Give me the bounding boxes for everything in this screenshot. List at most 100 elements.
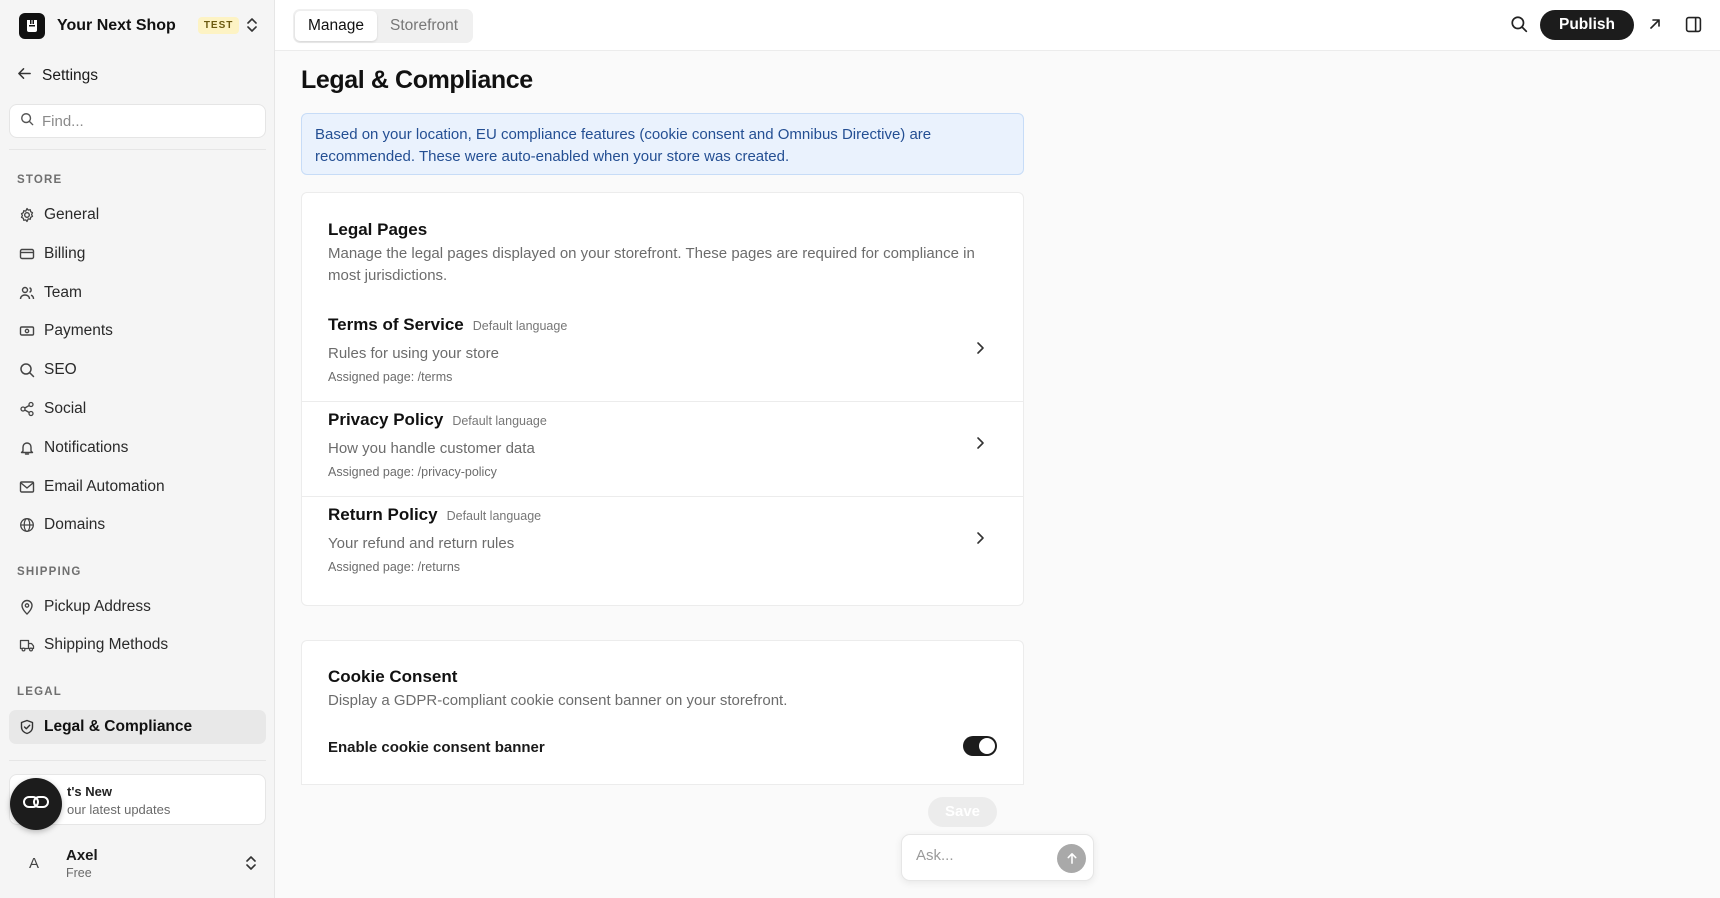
- chevron-up-down-icon[interactable]: [245, 855, 257, 876]
- legal-row-description: How you handle customer data: [328, 440, 535, 457]
- credit-card-icon: [18, 246, 35, 263]
- legal-row-name: Terms of Service: [328, 315, 464, 334]
- cookie-consent-title: Cookie Consent: [328, 667, 458, 686]
- tab-manage[interactable]: Manage: [295, 11, 378, 41]
- legal-row-name: Return Policy: [328, 505, 438, 524]
- sidebar-item-label: SEO: [44, 361, 77, 378]
- user-switcher[interactable]: A Axel Free: [17, 843, 267, 883]
- legal-row-assigned-page: Assigned page: /privacy-policy: [328, 465, 497, 479]
- external-link-icon[interactable]: [1648, 17, 1662, 36]
- legal-row-privacy[interactable]: Privacy Policy Default language How you …: [302, 402, 1023, 497]
- shop-switcher[interactable]: Your Next Shop TEST: [0, 0, 275, 51]
- truck-icon: [18, 637, 35, 654]
- globe-icon: [18, 517, 35, 534]
- sidebar-item-label: Legal & Compliance: [44, 718, 193, 735]
- sidebar: Your Next Shop TEST Settings STORE Gener…: [0, 0, 275, 898]
- legal-row-description: Rules for using your store: [328, 345, 499, 362]
- arrow-left-icon: [17, 66, 32, 86]
- sidebar-item-legal-compliance[interactable]: Legal & Compliance: [9, 710, 266, 744]
- section-label-shipping: SHIPPING: [17, 566, 82, 578]
- legal-row-returns[interactable]: Return Policy Default language Your refu…: [302, 497, 1023, 592]
- sidebar-item-billing[interactable]: Billing: [9, 237, 266, 271]
- ask-input[interactable]: [916, 847, 1046, 864]
- legal-pages-card: Legal Pages Manage the legal pages displ…: [301, 192, 1024, 606]
- back-label: Settings: [42, 67, 99, 84]
- sidebar-item-social[interactable]: Social: [9, 392, 266, 426]
- assistant-fab-button[interactable]: [10, 778, 62, 830]
- shop-logo-icon: [19, 12, 45, 39]
- eu-compliance-banner: Based on your location, EU compliance fe…: [301, 113, 1024, 175]
- shop-name: Your Next Shop: [57, 16, 176, 34]
- sidebar-toggle-icon[interactable]: [1685, 16, 1702, 38]
- divider: [302, 784, 1023, 785]
- map-pin-icon: [18, 599, 35, 616]
- sidebar-item-domains[interactable]: Domains: [9, 508, 266, 542]
- section-label-legal: LEGAL: [17, 686, 62, 698]
- sidebar-item-label: Notifications: [44, 439, 129, 456]
- users-icon: [18, 285, 35, 302]
- bell-icon: [18, 440, 35, 457]
- ask-box[interactable]: [901, 834, 1094, 881]
- section-label-store: STORE: [17, 174, 63, 186]
- view-tabs: Manage Storefront: [293, 9, 474, 43]
- infinity-link-icon: [22, 794, 50, 815]
- sidebar-item-seo[interactable]: SEO: [9, 353, 266, 387]
- sidebar-item-pickup-address[interactable]: Pickup Address: [9, 590, 266, 624]
- send-button[interactable]: [1057, 844, 1086, 873]
- search-icon[interactable]: [1510, 15, 1528, 38]
- cookie-toggle-label: Enable cookie consent banner: [328, 739, 545, 756]
- whats-new-title: t's New: [67, 784, 112, 799]
- sidebar-item-notifications[interactable]: Notifications: [9, 431, 266, 465]
- chevron-right-icon: [975, 341, 985, 360]
- find-input[interactable]: [42, 112, 242, 130]
- chevron-right-icon: [975, 531, 985, 550]
- legal-row-name: Privacy Policy: [328, 410, 444, 429]
- sidebar-item-shipping-methods[interactable]: Shipping Methods: [9, 628, 266, 662]
- sidebar-item-label: Social: [44, 400, 87, 417]
- chevron-right-icon: [975, 436, 985, 455]
- legal-pages-description: Manage the legal pages displayed on your…: [328, 245, 975, 284]
- arrow-up-icon: [1066, 853, 1077, 864]
- gear-icon: [18, 207, 35, 224]
- divider: [9, 149, 266, 150]
- sidebar-item-label: Payments: [44, 322, 113, 339]
- whats-new-subtitle: our latest updates: [67, 802, 171, 817]
- divider: [9, 760, 266, 761]
- find-field[interactable]: [9, 104, 266, 138]
- sidebar-item-label: Domains: [44, 516, 106, 533]
- tab-storefront[interactable]: Storefront: [377, 11, 471, 41]
- test-badge: TEST: [197, 17, 240, 34]
- legal-row-language: Default language: [446, 509, 542, 523]
- chevron-up-down-icon[interactable]: [246, 17, 258, 38]
- sidebar-item-payments[interactable]: Payments: [9, 314, 266, 348]
- sidebar-item-label: Shipping Methods: [44, 636, 169, 653]
- legal-row-language: Default language: [472, 319, 568, 333]
- sidebar-item-label: Pickup Address: [44, 598, 151, 615]
- search-icon: [18, 362, 35, 379]
- legal-row-terms[interactable]: Terms of Service Default language Rules …: [302, 307, 1023, 402]
- sidebar-item-email-automation[interactable]: Email Automation: [9, 470, 266, 504]
- top-bar: Manage Storefront: [275, 0, 1720, 51]
- legal-row-assigned-page: Assigned page: /returns: [328, 560, 461, 574]
- cookie-consent-toggle[interactable]: [963, 736, 997, 756]
- legal-row-language: Default language: [452, 414, 547, 428]
- back-to-settings-link[interactable]: Settings: [17, 66, 98, 86]
- sidebar-item-label: Team: [44, 284, 82, 301]
- legal-row-assigned-page: Assigned page: /terms: [328, 370, 453, 384]
- sidebar-item-label: Email Automation: [44, 478, 165, 495]
- user-plan: Free: [66, 865, 92, 880]
- sidebar-item-team[interactable]: Team: [9, 276, 266, 310]
- sidebar-item-label: General: [44, 206, 100, 223]
- sidebar-item-general[interactable]: General: [9, 198, 266, 232]
- save-button[interactable]: Save: [928, 797, 997, 827]
- share-icon: [18, 401, 35, 418]
- publish-button[interactable]: Publish: [1540, 10, 1634, 40]
- banknote-icon: [18, 323, 35, 340]
- avatar: A: [29, 854, 40, 872]
- user-name: Axel: [66, 846, 98, 864]
- cookie-consent-card: Cookie Consent Display a GDPR-compliant …: [301, 640, 1024, 785]
- sidebar-item-label: Billing: [44, 245, 86, 262]
- legal-row-description: Your refund and return rules: [328, 535, 515, 552]
- legal-pages-title: Legal Pages: [328, 220, 428, 239]
- cookie-consent-description: Display a GDPR-compliant cookie consent …: [328, 692, 788, 709]
